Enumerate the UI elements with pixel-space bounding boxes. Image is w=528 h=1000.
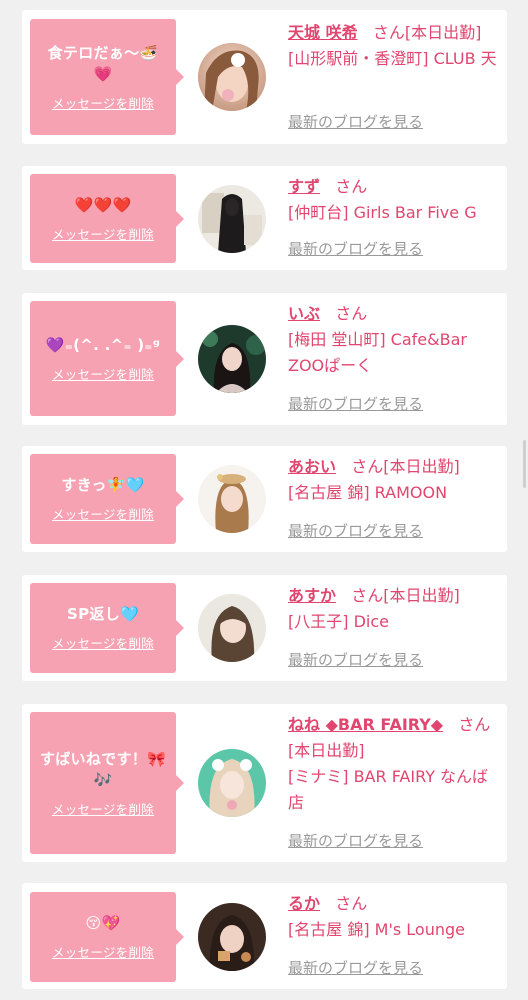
delete-message-link[interactable]: メッセージを削除 <box>52 224 154 243</box>
shop-name: [名古屋 錦] M's Lounge <box>288 920 465 939</box>
cast-name-link[interactable]: いぶ <box>288 304 320 323</box>
avatar[interactable] <box>198 43 266 111</box>
message-card: 食テロだぁ〜🍜💗 メッセージを削除 天城 咲希 さん[本日出勤] [山形駅前・香… <box>22 10 507 144</box>
latest-blog-link[interactable]: 最新のブログを見る <box>288 393 423 414</box>
message-text: すばいねです！🎀🎶 <box>39 749 167 789</box>
cast-name-link[interactable]: あすか <box>288 586 336 605</box>
delete-message-link[interactable]: メッセージを削除 <box>52 93 154 112</box>
shop-name: [仲町台] Girls Bar Five G <box>288 203 477 222</box>
scrollbar[interactable] <box>523 440 526 488</box>
delete-message-link[interactable]: メッセージを削除 <box>52 942 154 961</box>
message-text: SP返し🩵 <box>67 605 139 623</box>
avatar[interactable] <box>198 465 266 533</box>
message-text: 食テロだぁ〜🍜💗 <box>47 43 159 83</box>
cast-info: いぶ さん [梅田 堂山町] Cafe&Bar ZOOぱーく <box>288 301 499 379</box>
delete-message-link[interactable]: メッセージを削除 <box>52 504 154 523</box>
shop-name: [ミナミ] BAR FAIRY なんば店 <box>288 767 489 812</box>
message-text: 💜₌(^. .^₌ )₌ᵍ <box>45 335 161 354</box>
latest-blog-link[interactable]: 最新のブログを見る <box>288 957 423 978</box>
shop-name: [名古屋 錦] RAMOON <box>288 483 448 502</box>
latest-blog-link[interactable]: 最新のブログを見る <box>288 238 423 259</box>
avatar[interactable] <box>198 185 266 253</box>
cast-info: 天城 咲希 さん[本日出勤] [山形駅前・香澄町] CLUB 天 <box>288 20 499 72</box>
cast-info: すず さん [仲町台] Girls Bar Five G <box>288 174 499 226</box>
message-bubble: 💜₌(^. .^₌ )₌ᵍ メッセージを削除 <box>30 301 184 416</box>
latest-blog-link[interactable]: 最新のブログを見る <box>288 520 423 541</box>
cast-name-link[interactable]: るか <box>288 894 320 913</box>
shop-name: [八王子] Dice <box>288 612 389 631</box>
message-card: 😚💖 メッセージを削除 るか さん [名古屋 錦] M's Lounge 最新の… <box>22 883 507 989</box>
cast-info: るか さん [名古屋 錦] M's Lounge <box>288 891 499 943</box>
message-text: ❤️❤️❤️ <box>74 195 132 214</box>
cast-name-link[interactable]: 天城 咲希 <box>288 23 358 42</box>
cast-status: さん[本日出勤] <box>372 23 482 42</box>
delete-message-link[interactable]: メッセージを削除 <box>52 364 154 383</box>
cast-name-link[interactable]: ねね ◆BAR FAIRY◆ <box>288 715 443 734</box>
latest-blog-link[interactable]: 最新のブログを見る <box>288 649 423 670</box>
message-bubble: 食テロだぁ〜🍜💗 メッセージを削除 <box>30 19 184 135</box>
latest-blog-link[interactable]: 最新のブログを見る <box>288 111 423 132</box>
delete-message-link[interactable]: メッセージを削除 <box>52 799 154 818</box>
cast-status: さん[本日出勤] <box>351 457 460 476</box>
cast-status: さん <box>335 304 368 323</box>
cast-info: あおい さん[本日出勤] [名古屋 錦] RAMOON <box>288 454 499 506</box>
shop-name: [梅田 堂山町] Cafe&Bar ZOOぱーく <box>288 330 467 375</box>
cast-name-link[interactable]: あおい <box>288 457 336 476</box>
message-bubble: ❤️❤️❤️ メッセージを削除 <box>30 174 184 263</box>
avatar[interactable] <box>198 903 266 971</box>
message-card: すばいねです！🎀🎶 メッセージを削除 ねね ◆BAR FAIRY◆ さん[本日出… <box>22 704 507 862</box>
cast-info: あすか さん[本日出勤] [八王子] Dice <box>288 583 499 635</box>
avatar[interactable] <box>198 594 266 662</box>
message-text: すきっ🧚🩵 <box>61 476 145 494</box>
message-card: SP返し🩵 メッセージを削除 あすか さん[本日出勤] [八王子] Dice 最… <box>22 575 507 681</box>
cast-status: さん <box>335 177 368 196</box>
cast-info: ねね ◆BAR FAIRY◆ さん[本日出勤] [ミナミ] BAR FAIRY … <box>288 712 499 816</box>
latest-blog-link[interactable]: 最新のブログを見る <box>288 830 423 851</box>
avatar[interactable] <box>198 325 266 393</box>
message-bubble: すきっ🧚🩵 メッセージを削除 <box>30 454 184 544</box>
message-bubble: 😚💖 メッセージを削除 <box>30 892 184 982</box>
message-bubble: SP返し🩵 メッセージを削除 <box>30 583 184 673</box>
cast-name-link[interactable]: すず <box>288 177 320 196</box>
cast-status: さん[本日出勤] <box>351 586 460 605</box>
message-text: 😚💖 <box>85 914 121 932</box>
delete-message-link[interactable]: メッセージを削除 <box>52 633 154 652</box>
message-bubble: すばいねです！🎀🎶 メッセージを削除 <box>30 712 184 854</box>
shop-name: [山形駅前・香澄町] CLUB 天 <box>288 49 497 68</box>
message-card: 💜₌(^. .^₌ )₌ᵍ メッセージを削除 いぶ さん [梅田 堂山町] Ca… <box>22 293 507 425</box>
message-card: ❤️❤️❤️ メッセージを削除 すず さん [仲町台] Girls Bar Fi… <box>22 166 507 270</box>
avatar[interactable] <box>198 749 266 817</box>
cast-status: さん <box>335 894 368 913</box>
message-card: すきっ🧚🩵 メッセージを削除 あおい さん[本日出勤] [名古屋 錦] RAMO… <box>22 446 507 552</box>
